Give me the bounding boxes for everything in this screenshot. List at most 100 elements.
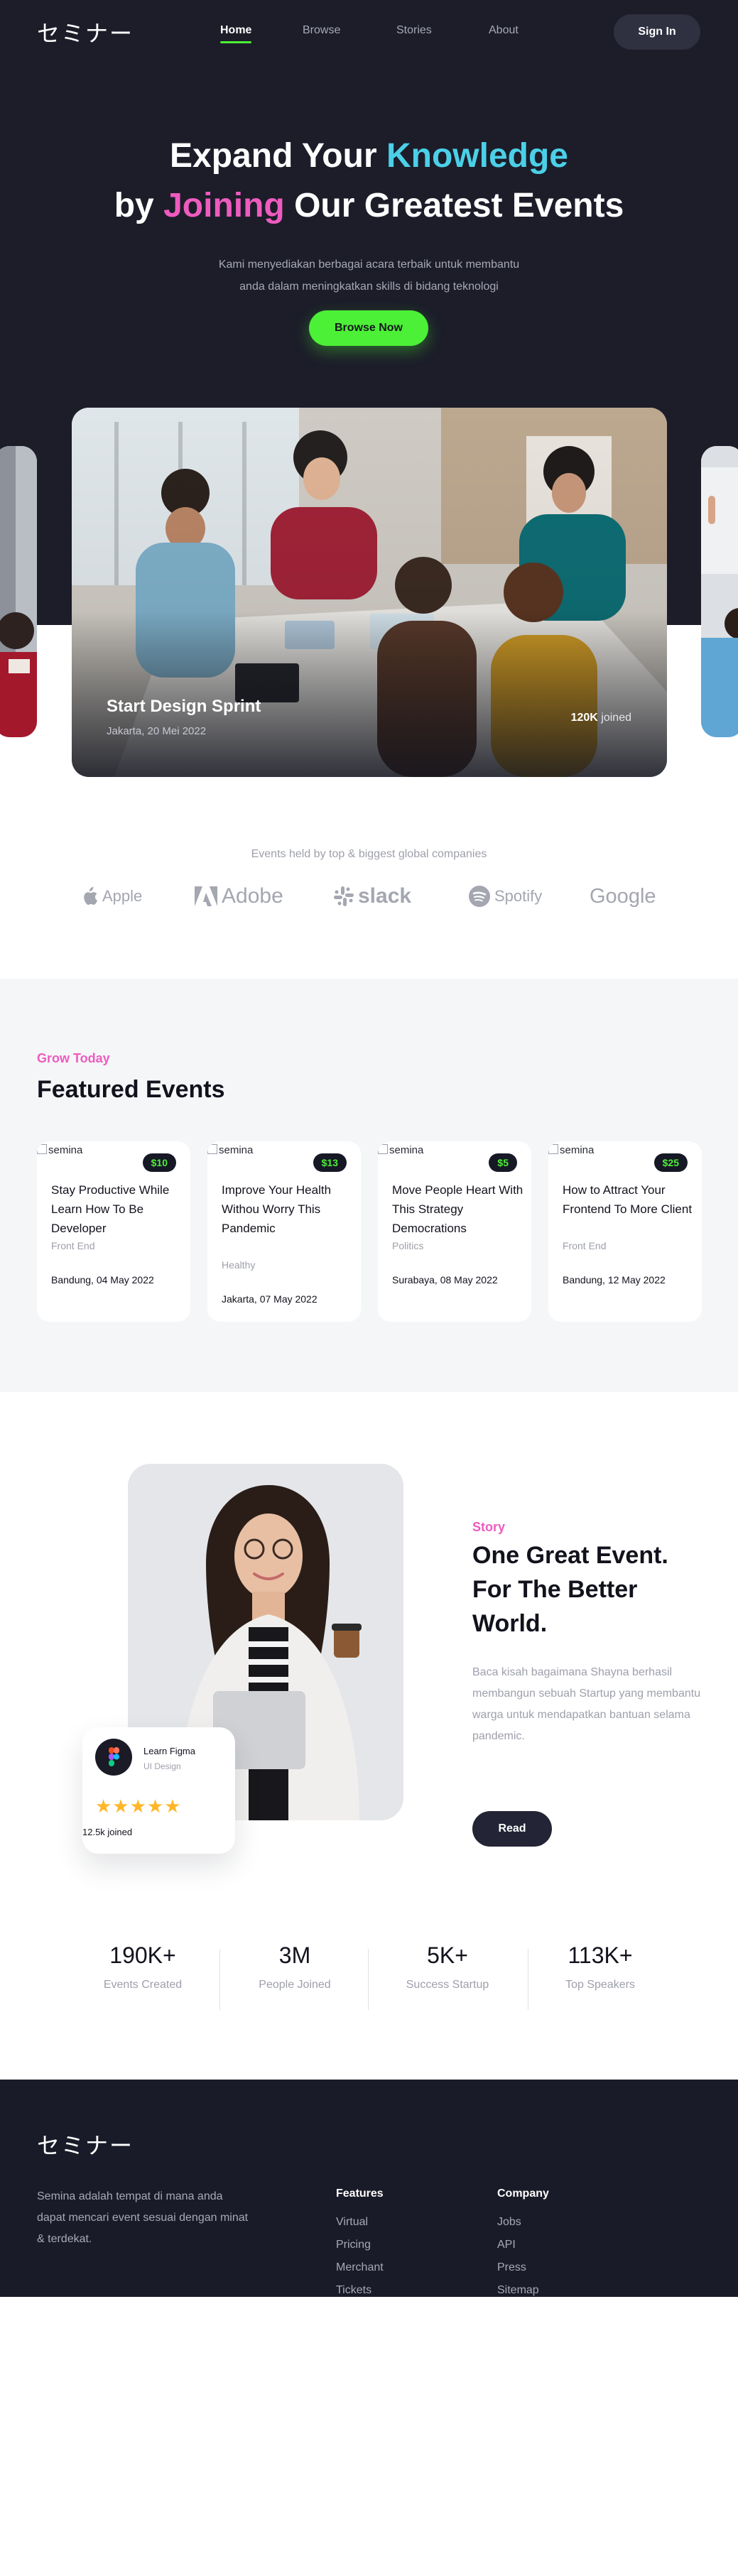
footer-about: Semina adalah tempat di mana anda dapat … [37, 2190, 249, 2245]
spotify-logo: Spotify [469, 881, 542, 912]
event-price-badge: $25 [653, 1153, 688, 1172]
nav-stories[interactable]: Stories [396, 24, 432, 37]
hero-title-line-1: Expand Your Knowledge [170, 137, 568, 175]
stat-value: 113K+ [568, 1942, 633, 1968]
event-category: Healthy [222, 1259, 256, 1271]
featured-event-card[interactable]: Start Design Sprint Jakarta, 20 Mei 2022… [72, 408, 667, 777]
hero-subtitle-2: anda dalam meningkatkan skills di bidang… [239, 281, 499, 293]
featured-event-title: Start Design Sprint [107, 697, 261, 716]
featured-eyebrow: Grow Today [37, 1051, 110, 1065]
hero-title-line-2: by Joining Our Greatest Events [114, 187, 624, 224]
stat-success-startup: 5K+ Success Startup [373, 1942, 522, 1991]
course-mini-card[interactable]: Learn Figma UI Design ★★★★★ 12.5k joined [82, 1727, 235, 1854]
featured-event-date: Jakarta, 20 Mei 2022 [107, 725, 207, 737]
footer-link-sitemap[interactable]: Sitemap [497, 2284, 539, 2297]
rating-stars-icon: ★★★★★ [95, 1795, 182, 1817]
event-title: Stay Productive While Learn How To Be De… [51, 1183, 170, 1235]
nav-active-indicator [220, 41, 252, 43]
event-image-broken: semina [378, 1144, 423, 1156]
brand-logo[interactable]: セミナー [37, 16, 134, 48]
apple-icon [84, 886, 97, 905]
read-story-button[interactable]: Read [472, 1811, 552, 1847]
google-logo: Google [590, 881, 656, 912]
stat-top-speakers: 113K+ Top Speakers [526, 1942, 675, 1991]
footer-company-title: Company [497, 2188, 549, 2200]
spotify-icon [469, 886, 490, 907]
event-price-badge: $5 [489, 1153, 517, 1172]
event-category: Front End [563, 1240, 607, 1251]
event-date: Jakarta, 07 May 2022 [222, 1293, 318, 1305]
event-title: Improve Your Health Withou Worry This Pa… [222, 1183, 332, 1235]
stat-label: People Joined [259, 1979, 331, 1991]
hero-subtitle-1: Kami menyediakan berbagai acara terbaik … [218, 259, 520, 271]
event-card[interactable]: semina $13 Improve Your Health Withou Wo… [207, 1141, 361, 1322]
stat-people-joined: 3M People Joined [220, 1942, 369, 1991]
slack-icon [334, 886, 354, 906]
google-wordmark: Google [590, 884, 656, 908]
event-date: Bandung, 04 May 2022 [51, 1274, 154, 1286]
stat-label: Events Created [103, 1979, 183, 1991]
event-price-badge: $10 [142, 1153, 176, 1172]
course-category: UI Design [143, 1761, 181, 1771]
event-image-broken: semina [207, 1144, 253, 1156]
footer-link-tickets[interactable]: Tickets [336, 2284, 371, 2297]
footer-link-press[interactable]: Press [497, 2261, 526, 2274]
slack-wordmark: slack [358, 884, 412, 908]
nav-browse[interactable]: Browse [303, 24, 340, 37]
featured-title: Featured Events [37, 1076, 225, 1103]
event-card[interactable]: semina $5 Move People Heart With This St… [378, 1141, 531, 1322]
carousel-card-next[interactable] [701, 446, 738, 737]
apple-logo: Apple [81, 881, 142, 912]
next-card-photo [701, 446, 738, 737]
event-date: Surabaya, 08 May 2022 [392, 1274, 498, 1286]
footer-link-pricing[interactable]: Pricing [336, 2239, 371, 2251]
footer-features-title: Features [336, 2188, 384, 2200]
nav-about[interactable]: About [489, 24, 519, 37]
stat-divider [368, 1949, 369, 2010]
featured-event-joined: 120K joined [570, 712, 631, 724]
nav-home[interactable]: Home [220, 24, 252, 43]
stat-events-created: 190K+ Events Created [68, 1942, 217, 1991]
carousel-card-previous[interactable] [0, 446, 37, 737]
footer-link-virtual[interactable]: Virtual [336, 2216, 368, 2229]
slack-logo: slack [334, 881, 411, 912]
event-price-badge: $13 [313, 1153, 347, 1172]
stat-label: Top Speakers [565, 1979, 635, 1991]
course-joined-count: 12.5k joined [82, 1827, 133, 1837]
event-title: Move People Heart With This Strategy Dem… [392, 1183, 523, 1235]
adobe-wordmark: Adobe [222, 884, 283, 908]
adobe-logo: Adobe [195, 881, 283, 912]
story-eyebrow: Story [472, 1520, 506, 1534]
site-footer: セミナー Semina adalah tempat di mana anda d… [0, 2080, 738, 2297]
event-category: Politics [392, 1240, 424, 1251]
footer-link-api[interactable]: API [497, 2239, 516, 2251]
footer-link-jobs[interactable]: Jobs [497, 2216, 521, 2229]
company-logos: Apple Adobe slack Spotify Google [0, 881, 738, 912]
apple-wordmark: Apple [102, 887, 143, 905]
event-title: How to Attract Your Frontend To More Cli… [563, 1183, 693, 1216]
footer-link-merchant[interactable]: Merchant [336, 2261, 384, 2274]
companies-label: Events held by top & biggest global comp… [251, 848, 487, 860]
figma-icon [95, 1739, 132, 1776]
stat-value: 3M [278, 1942, 311, 1968]
sign-in-button[interactable]: Sign In [614, 14, 700, 50]
story-body: Baca kisah bagaimana Shayna berhasil mem… [472, 1666, 701, 1742]
event-image-broken: semina [548, 1144, 594, 1156]
event-date: Bandung, 12 May 2022 [563, 1274, 666, 1286]
top-nav: セミナー Home Browse Stories About Sign In [0, 14, 738, 50]
story-title: One Great Event. For The Better World. [472, 1542, 668, 1637]
adobe-icon [195, 886, 217, 906]
figma-logo-shape [109, 1747, 119, 1766]
stat-label: Success Startup [406, 1979, 489, 1991]
spotify-wordmark: Spotify [494, 887, 543, 905]
course-name: Learn Figma [143, 1746, 195, 1756]
stat-value: 190K+ [109, 1942, 176, 1968]
event-card[interactable]: semina $25 How to Attract Your Frontend … [548, 1141, 702, 1322]
previous-card-photo [0, 446, 37, 737]
stat-value: 5K+ [427, 1942, 468, 1968]
event-image-broken: semina [37, 1144, 82, 1156]
event-card[interactable]: semina $10 Stay Productive While Learn H… [37, 1141, 190, 1322]
footer-logo[interactable]: セミナー [37, 2128, 134, 2161]
browse-now-button[interactable]: Browse Now [309, 310, 428, 346]
event-category: Front End [51, 1240, 95, 1251]
